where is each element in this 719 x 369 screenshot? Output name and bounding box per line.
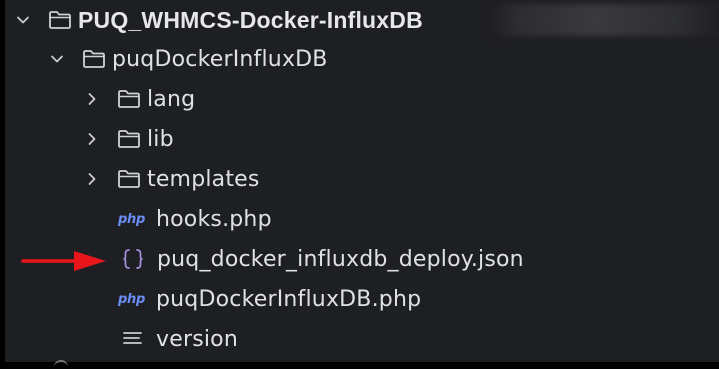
tree-item-folder-templates[interactable]: templates: [83, 159, 260, 199]
tree-item-root[interactable]: PUQ_WHMCS-Docker-InfluxDB: [14, 0, 423, 40]
folder-icon: [82, 47, 110, 71]
chevron-right-icon[interactable]: [83, 130, 101, 148]
chevron-right-icon[interactable]: [83, 90, 101, 108]
folder-icon: [48, 8, 76, 32]
annotation-arrow-icon: [21, 251, 106, 271]
chevron-down-icon[interactable]: [14, 11, 32, 29]
tree-item-label: puqDockerInfluxDB: [112, 46, 328, 72]
partial-tree-item: [54, 360, 68, 369]
tree-item-file-version[interactable]: version: [122, 319, 238, 359]
chevron-right-icon[interactable]: [83, 170, 101, 188]
folder-icon: [117, 87, 145, 111]
tree-item-file-hooks[interactable]: php hooks.php: [118, 199, 272, 239]
php-icon: php: [118, 291, 145, 307]
tree-item-label: templates: [147, 166, 260, 192]
tree-item-label: version: [156, 326, 238, 352]
tree-item-folder-lib[interactable]: lib: [83, 119, 174, 159]
tree-item-label: hooks.php: [156, 206, 272, 232]
php-icon: php: [118, 211, 145, 227]
folder-icon: [117, 127, 145, 151]
tree-item-label: lib: [147, 126, 174, 152]
chevron-down-icon[interactable]: [48, 50, 66, 68]
tree-item-label: lang: [147, 86, 196, 112]
text-file-icon: [122, 329, 156, 349]
tree-item-module-folder[interactable]: puqDockerInfluxDB: [48, 39, 328, 79]
tree-item-label: puqDockerInfluxDB.php: [156, 286, 422, 312]
tree-item-label: PUQ_WHMCS-Docker-InfluxDB: [78, 6, 423, 33]
tree-item-label: puq_docker_influxdb_deploy.json: [157, 246, 524, 272]
redacted-path: [491, 4, 719, 36]
screenshot-frame: PUQ_WHMCS-Docker-InfluxDB puqDockerInflu…: [0, 0, 719, 367]
folder-icon: [117, 167, 145, 191]
tree-item-file-module-php[interactable]: php puqDockerInfluxDB.php: [118, 279, 421, 319]
tree-item-file-deploy-json[interactable]: puq_docker_influxdb_deploy.json: [121, 239, 524, 279]
tree-item-folder-lang[interactable]: lang: [83, 79, 195, 119]
json-icon: [121, 247, 151, 271]
